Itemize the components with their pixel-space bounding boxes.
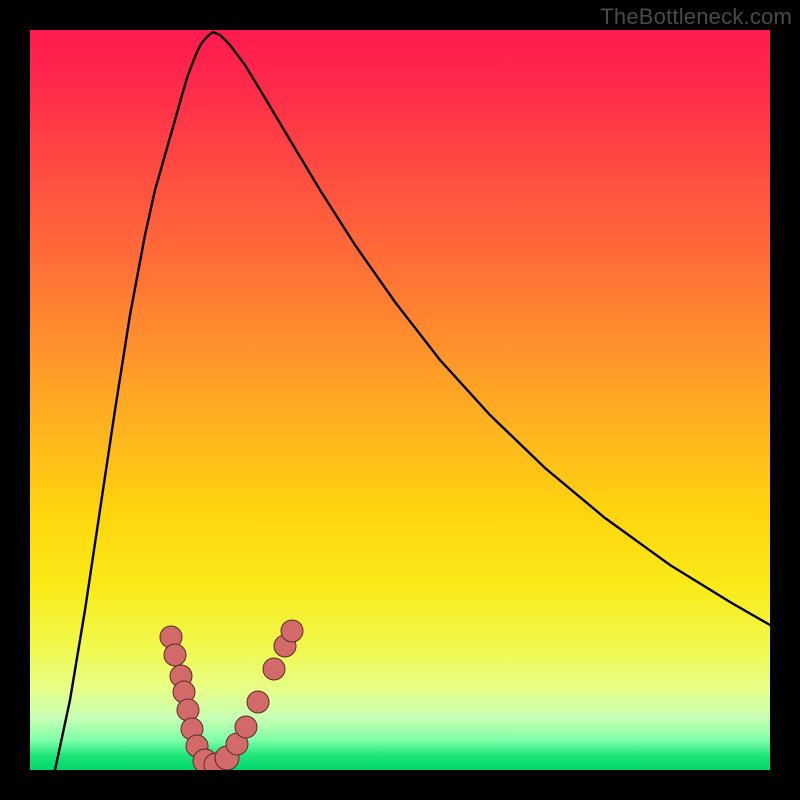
- data-marker: [164, 644, 186, 666]
- marker-layer: [30, 30, 770, 770]
- chart-frame: TheBottleneck.com: [0, 0, 800, 800]
- watermark-text: TheBottleneck.com: [600, 4, 792, 30]
- data-marker: [177, 699, 199, 721]
- data-marker: [263, 658, 285, 680]
- data-marker: [247, 691, 269, 713]
- data-marker: [281, 620, 303, 642]
- plot-area: [30, 30, 770, 770]
- data-marker: [235, 716, 257, 738]
